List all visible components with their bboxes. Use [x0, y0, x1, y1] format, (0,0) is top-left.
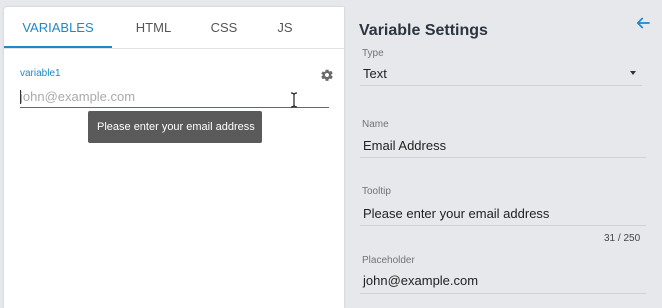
variables-panel: VARIABLES HTML CSS JS variable1 Please e…: [4, 7, 344, 308]
chevron-down-icon[interactable]: [630, 71, 636, 75]
active-tab-indicator: [4, 46, 112, 48]
tab-html[interactable]: HTML: [112, 7, 195, 49]
name-label: Name: [362, 119, 389, 130]
tooltip-label: Tooltip: [362, 186, 391, 197]
email-input[interactable]: [20, 86, 329, 108]
type-underline: [360, 85, 642, 86]
text-cursor-icon: [290, 92, 298, 108]
gear-icon[interactable]: [320, 68, 334, 82]
text-caret: [20, 90, 21, 104]
tooltip-underline: [360, 225, 646, 226]
type-select[interactable]: Text: [363, 66, 387, 81]
placeholder-underline: [360, 293, 646, 294]
name-underline: [360, 157, 646, 158]
name-field[interactable]: Email Address: [363, 138, 446, 153]
type-label: Type: [362, 48, 384, 59]
panel-title: Variable Settings: [359, 22, 488, 39]
tooltip-char-counter: 31 / 250: [604, 233, 641, 244]
placeholder-label: Placeholder: [362, 255, 415, 266]
tab-bar: VARIABLES HTML CSS JS: [4, 7, 344, 49]
variable-label: variable1: [20, 68, 61, 79]
placeholder-field[interactable]: john@example.com: [363, 273, 478, 288]
arrow-left-icon[interactable]: [634, 14, 652, 32]
tab-variables[interactable]: VARIABLES: [4, 7, 112, 49]
tooltip: Please enter your email address: [88, 111, 262, 143]
tab-js[interactable]: JS: [253, 7, 317, 49]
tooltip-field[interactable]: Please enter your email address: [363, 206, 549, 221]
variable-settings-panel: Variable Settings Type Text Name Email A…: [346, 0, 662, 308]
tab-css[interactable]: CSS: [195, 7, 253, 49]
